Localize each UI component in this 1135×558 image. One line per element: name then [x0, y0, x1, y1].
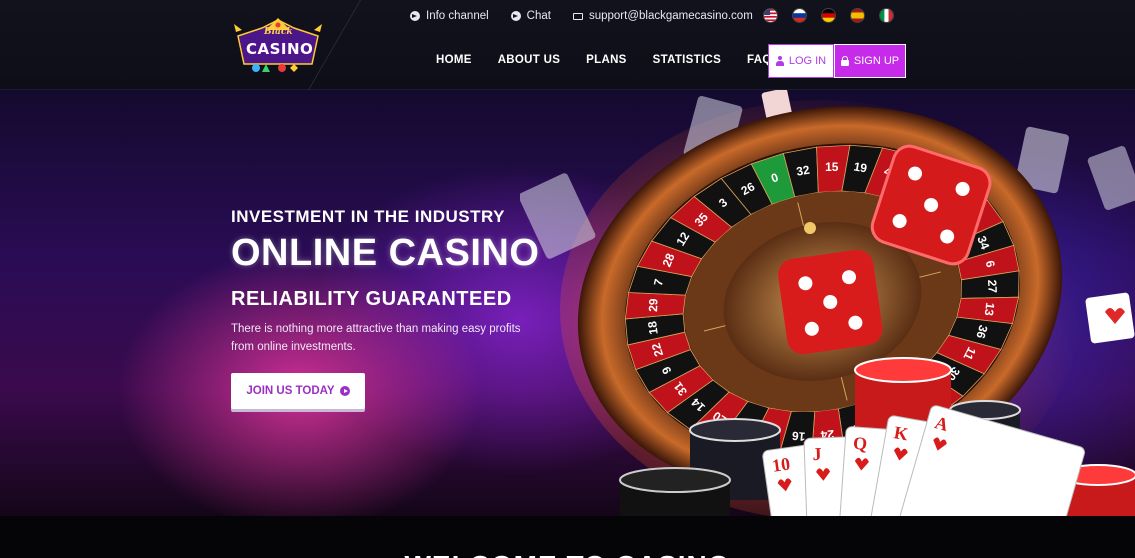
nav-statistics[interactable]: STATISTICS: [653, 54, 721, 66]
login-button[interactable]: LOG IN: [768, 44, 834, 78]
de-flag-icon[interactable]: [821, 8, 836, 23]
chat-label: Chat: [526, 10, 551, 22]
hero-section: INVESTMENT IN THE INDUSTRY ONLINE CASINO…: [0, 90, 1135, 516]
hero-subtitle: INVESTMENT IN THE INDUSTRY: [231, 207, 505, 226]
hero-description: There is nothing more attractive than ma…: [231, 323, 521, 353]
card-rank: 10: [771, 453, 792, 475]
welcome-title: WELCOME TO CASINO: [0, 550, 1135, 558]
join-us-button[interactable]: JOIN US TODAY: [231, 373, 365, 409]
user-icon: [775, 56, 784, 66]
header: Black CASINO Info channel Chat support@b…: [0, 0, 1135, 90]
wheel-number: 16: [791, 429, 806, 444]
wheel-number: 29: [646, 298, 661, 312]
wheel-number: 13: [982, 302, 998, 317]
it-flag-icon[interactable]: [879, 8, 894, 23]
signup-button[interactable]: SIGN UP: [834, 44, 906, 78]
card-rank: J: [812, 444, 822, 464]
es-flag-icon[interactable]: [850, 8, 865, 23]
wheel-number: 15: [825, 160, 839, 174]
info-channel-label: Info channel: [426, 10, 489, 22]
hero-title: ONLINE CASINO: [231, 232, 540, 274]
card-rank: Q: [852, 433, 867, 454]
nav-plans[interactable]: PLANS: [586, 54, 626, 66]
wheel-number: 18: [645, 320, 661, 335]
wheel-number: 32: [795, 163, 811, 179]
support-email-label: support@blackgamecasino.com: [588, 10, 753, 22]
wheel-number: 19: [853, 159, 869, 175]
chat-link[interactable]: Chat: [510, 10, 551, 22]
lock-icon: [840, 56, 849, 66]
mail-icon: [572, 12, 583, 20]
support-email-link[interactable]: support@blackgamecasino.com: [572, 10, 753, 22]
info-links: Info channel Chat support@blackgamecasin…: [410, 8, 753, 24]
language-flags: [763, 8, 894, 23]
nav-about-us[interactable]: ABOUT US: [498, 54, 560, 66]
logo-subtext: Black: [264, 27, 293, 37]
casino-illustration: 2603215194212251734627133611308231052416…: [520, 90, 1135, 516]
telegram-icon: [510, 11, 521, 21]
login-label: LOG IN: [788, 55, 827, 67]
play-circle-icon: [339, 386, 350, 396]
signup-label: SIGN UP: [853, 55, 900, 67]
us-flag-icon[interactable]: [763, 8, 778, 23]
nav-home[interactable]: HOME: [436, 54, 472, 66]
hero-tagline: RELIABILITY GUARANTEED: [231, 288, 512, 310]
logo-text: CASINO: [246, 40, 314, 58]
main-nav: HOME ABOUT US PLANS STATISTICS FAQ: [436, 54, 772, 66]
telegram-icon: [410, 11, 420, 21]
info-channel-link[interactable]: Info channel: [410, 10, 489, 22]
join-us-label: JOIN US TODAY: [246, 385, 335, 397]
welcome-section: WELCOME TO CASINO: [0, 516, 1135, 558]
ru-flag-icon[interactable]: [792, 8, 807, 23]
wheel-number: 27: [985, 279, 1000, 293]
